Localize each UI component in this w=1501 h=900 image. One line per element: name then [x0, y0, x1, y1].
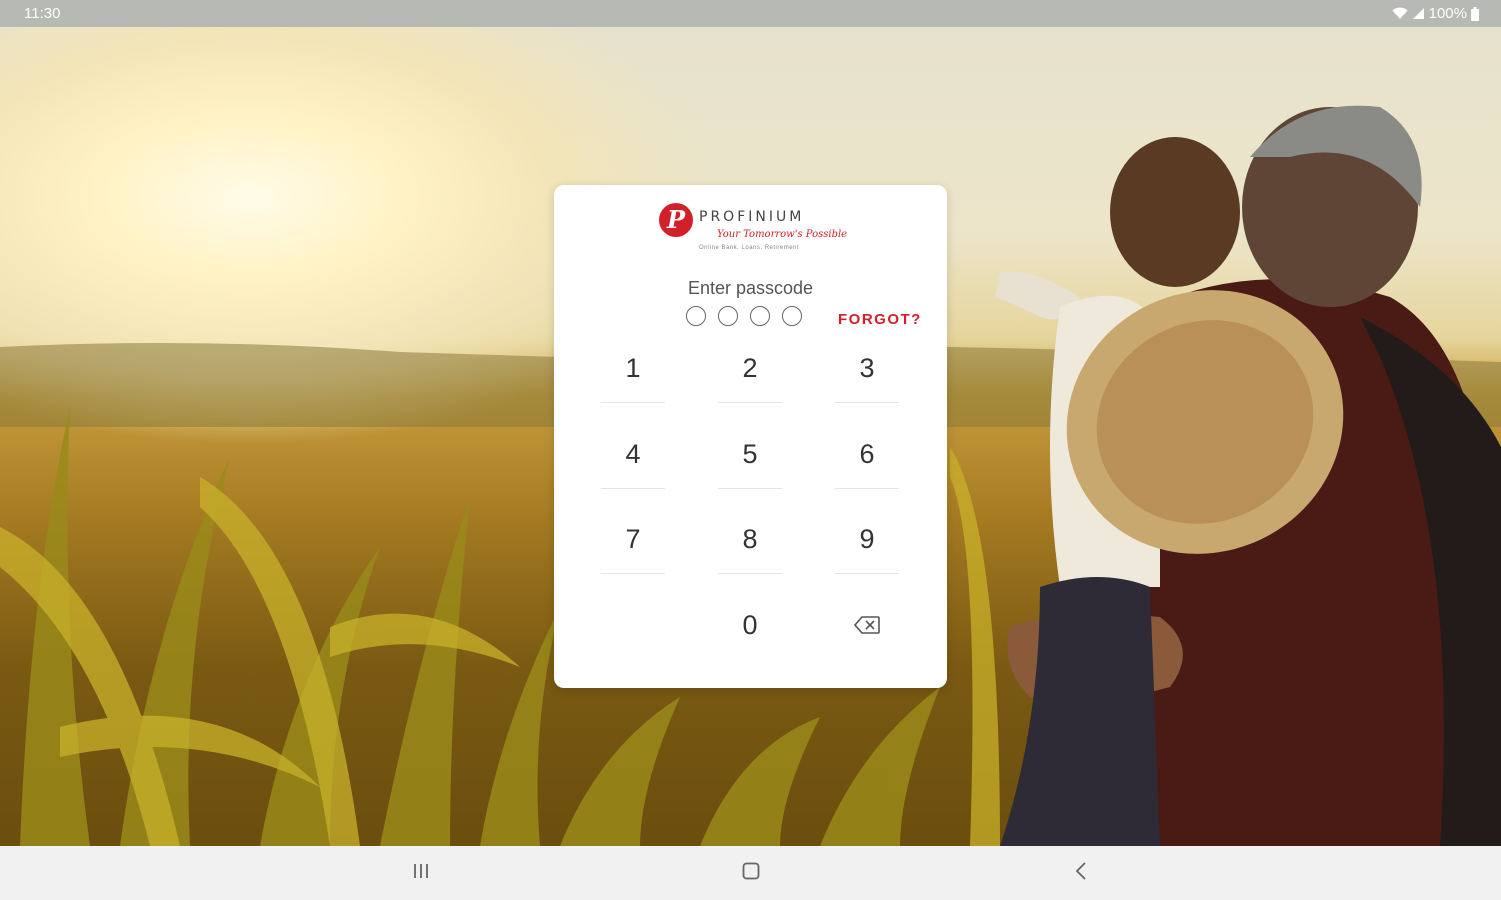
passcode-dot	[782, 306, 802, 326]
brand-tagline: Your Tomorrow's Possible	[717, 229, 848, 240]
key-4[interactable]: 4	[598, 419, 668, 489]
back-icon	[1075, 861, 1087, 885]
status-icons: 100%	[1392, 5, 1479, 22]
key-0[interactable]: 0	[715, 590, 785, 660]
passcode-dots	[686, 306, 802, 326]
battery-icon	[1471, 6, 1479, 21]
brand-subtitle: Online Bank. Loans. Retirement	[699, 245, 800, 251]
brand-mark-icon: P	[659, 203, 693, 237]
key-6[interactable]: 6	[832, 419, 902, 489]
passcode-dot	[718, 306, 738, 326]
passcode-card: P PROFINIUM Your Tomorrow's Possible Onl…	[554, 185, 947, 688]
system-nav-bar	[0, 846, 1501, 900]
signal-icon	[1412, 7, 1425, 20]
key-7[interactable]: 7	[598, 504, 668, 574]
passcode-dot	[750, 306, 770, 326]
home-icon	[742, 862, 760, 885]
passcode-dot	[686, 306, 706, 326]
key-2[interactable]: 2	[715, 333, 785, 403]
recents-button[interactable]	[403, 860, 439, 886]
wifi-icon	[1392, 7, 1408, 20]
key-9[interactable]: 9	[832, 504, 902, 574]
battery-level: 100%	[1428, 5, 1467, 22]
brand-logo: P PROFINIUM Your Tomorrow's Possible Onl…	[659, 203, 849, 259]
brand-name: PROFINIUM	[699, 209, 805, 225]
backspace-button[interactable]	[832, 590, 902, 660]
backspace-icon	[853, 610, 880, 641]
forgot-passcode-link[interactable]: FORGOT?	[838, 311, 922, 328]
home-button[interactable]	[733, 860, 769, 886]
passcode-prompt: Enter passcode	[687, 278, 814, 298]
key-5[interactable]: 5	[715, 419, 785, 489]
key-1[interactable]: 1	[598, 333, 668, 403]
back-button[interactable]	[1063, 860, 1099, 886]
status-time: 11:30	[24, 5, 61, 22]
recents-icon	[412, 863, 430, 884]
key-8[interactable]: 8	[715, 504, 785, 574]
key-3[interactable]: 3	[832, 333, 902, 403]
status-bar: 11:30 100%	[0, 0, 1501, 27]
